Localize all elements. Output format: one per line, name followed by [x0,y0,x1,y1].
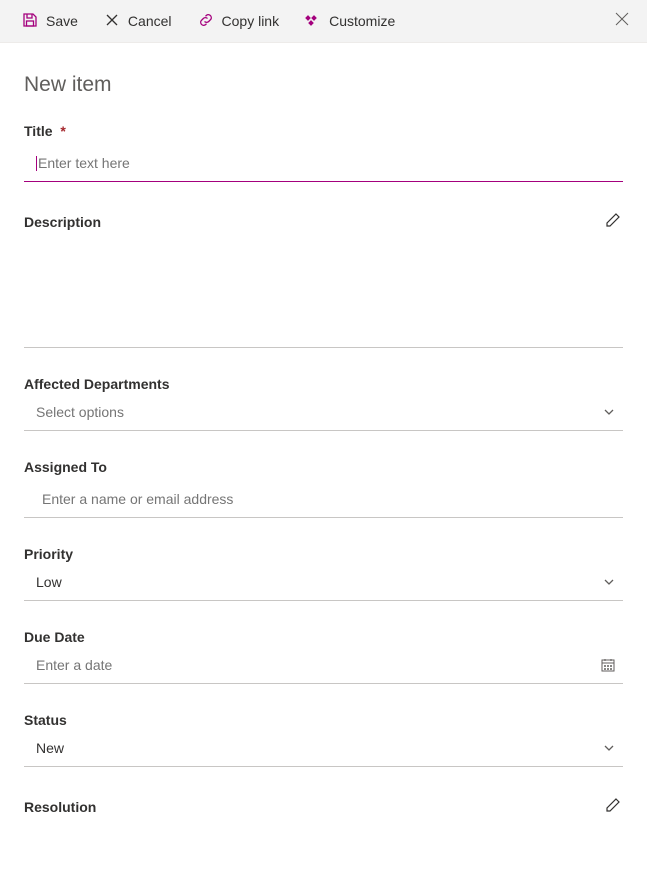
resolution-label: Resolution [24,799,96,815]
description-label: Description [24,214,101,230]
required-star: * [60,123,65,139]
field-status: Status New [24,712,623,767]
field-description: Description [24,210,623,348]
field-title: Title * Enter text here [24,123,623,182]
priority-value: Low [24,572,603,592]
status-label: Status [24,712,67,728]
field-priority: Priority Low [24,546,623,601]
due-date-input[interactable]: Enter a date [24,655,623,684]
affected-departments-value: Select options [24,402,603,422]
form-panel: New item Title * Enter text here Descrip… [0,43,647,870]
toolbar: Save Cancel Copy link Customize [0,0,647,43]
field-assigned-to: Assigned To [24,459,623,518]
save-button[interactable]: Save [10,6,90,37]
due-date-label: Due Date [24,629,85,645]
pencil-icon [605,215,621,231]
page-title: New item [24,73,623,97]
copy-link-label: Copy link [222,13,280,29]
close-icon [615,12,629,31]
affected-departments-label: Affected Departments [24,376,169,392]
edit-resolution-button[interactable] [603,795,623,818]
chevron-down-icon [603,406,623,418]
close-button[interactable] [607,4,637,39]
save-icon [22,12,38,31]
cancel-icon [104,12,120,31]
field-affected-departments: Affected Departments Select options [24,376,623,431]
status-value: New [24,738,603,758]
calendar-icon [601,658,623,672]
pencil-icon [605,800,621,816]
copy-link-button[interactable]: Copy link [186,6,292,37]
customize-label: Customize [329,13,395,29]
link-icon [198,12,214,31]
description-input[interactable] [24,243,623,348]
priority-select[interactable]: Low [24,572,623,601]
customize-icon [305,12,321,31]
affected-departments-select[interactable]: Select options [24,402,623,431]
edit-description-button[interactable] [603,210,623,233]
cancel-button[interactable]: Cancel [92,6,184,37]
customize-button[interactable]: Customize [293,6,407,37]
due-date-value: Enter a date [24,655,601,675]
priority-label: Priority [24,546,73,562]
title-input[interactable]: Enter text here [24,149,623,182]
chevron-down-icon [603,576,623,588]
status-select[interactable]: New [24,738,623,767]
assigned-to-label: Assigned To [24,459,107,475]
chevron-down-icon [603,742,623,754]
save-label: Save [46,13,78,29]
title-label: Title [24,123,53,139]
field-resolution: Resolution [24,795,623,818]
cancel-label: Cancel [128,13,172,29]
field-due-date: Due Date Enter a date [24,629,623,684]
assigned-to-input[interactable] [24,485,623,518]
